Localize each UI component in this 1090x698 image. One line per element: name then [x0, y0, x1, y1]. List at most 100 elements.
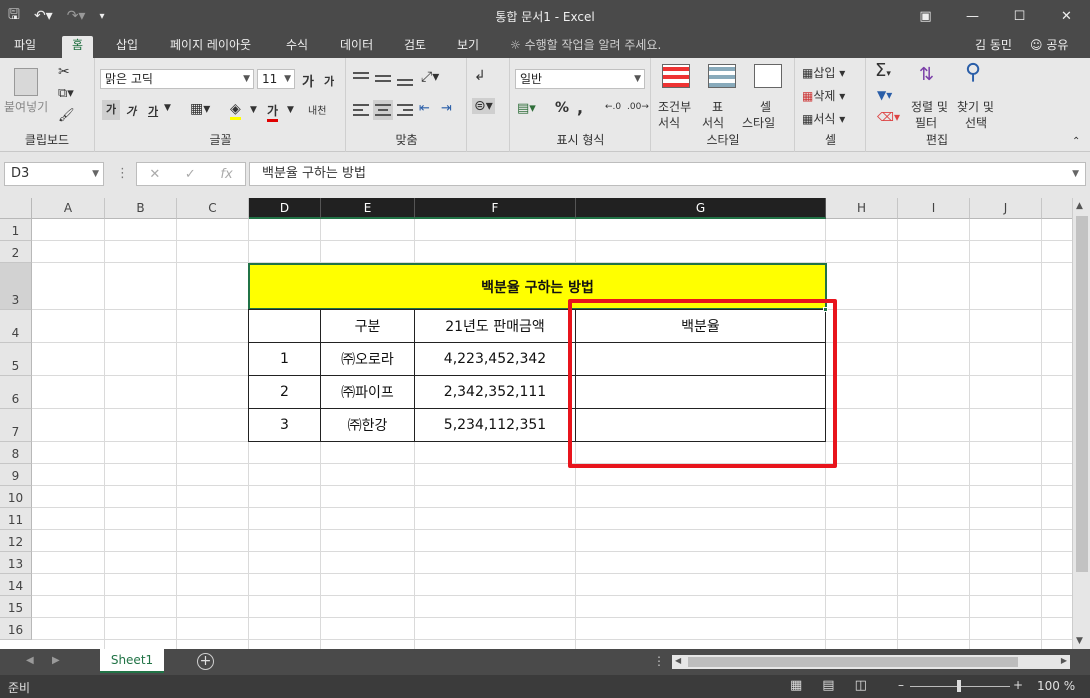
fill-icon[interactable]: ▼▾: [877, 88, 892, 102]
autosum-icon[interactable]: Σ▾: [875, 60, 891, 81]
data-cell-name[interactable]: ㈜한강: [320, 408, 415, 442]
user-name[interactable]: 김 동민: [975, 36, 1012, 53]
fill-color-icon[interactable]: ◈: [230, 101, 241, 120]
data-cell-name[interactable]: ㈜파이프: [320, 375, 415, 409]
font-size-select[interactable]: 11 ▼: [257, 69, 295, 89]
tab-page-layout[interactable]: 페이지 레이아웃: [160, 36, 261, 58]
align-middle-icon[interactable]: [375, 70, 393, 86]
tab-home[interactable]: 홈: [62, 36, 94, 58]
row-header-12[interactable]: 12: [0, 530, 32, 552]
data-cell-no[interactable]: 2: [248, 375, 321, 409]
data-cell-no[interactable]: 3: [248, 408, 321, 442]
insert-cells-button[interactable]: ▦삽입 ▾: [802, 64, 845, 81]
orientation-icon[interactable]: ⤢▾: [421, 69, 439, 85]
tab-file[interactable]: 파일: [4, 36, 46, 58]
row-header-2[interactable]: 2: [0, 241, 32, 263]
scroll-right-icon[interactable]: ▶: [1061, 656, 1067, 665]
enter-icon[interactable]: ✓: [185, 167, 196, 182]
font-name-select[interactable]: 맑은 고딕 ▼: [100, 69, 254, 89]
column-header-c[interactable]: C: [177, 198, 249, 219]
conditional-formatting-icon[interactable]: [662, 64, 690, 88]
sort-filter-icon[interactable]: ⇅: [919, 64, 934, 85]
column-header-j[interactable]: J: [970, 198, 1042, 219]
row-header-3[interactable]: 3: [0, 263, 32, 310]
collapse-ribbon-icon[interactable]: ⌃: [1072, 136, 1080, 147]
zoom-in-icon[interactable]: +: [1013, 678, 1023, 692]
number-format-select[interactable]: 일반 ▼: [515, 69, 645, 89]
comma-style-button[interactable]: ,: [577, 98, 583, 117]
maximize-button[interactable]: ☐: [996, 0, 1043, 32]
row-header-4[interactable]: 4: [0, 310, 32, 343]
sort-filter-line1[interactable]: 정렬 및: [911, 98, 948, 115]
cell-styles-line2[interactable]: 스타일: [742, 114, 775, 131]
worksheet-grid[interactable]: A B C D E F G H I J 1 2 3 4 5 6 7 8 9 10…: [0, 198, 1072, 649]
page-layout-view-icon[interactable]: ▤: [822, 678, 834, 693]
italic-button[interactable]: 가: [126, 103, 136, 119]
zoom-slider-knob[interactable]: [957, 680, 961, 692]
accounting-format-icon[interactable]: ▤▾: [517, 101, 536, 116]
merge-center-icon[interactable]: ⊜▾: [472, 98, 495, 114]
cell-styles-line1[interactable]: 셀: [760, 98, 771, 115]
ribbon-display-options-icon[interactable]: ▣: [902, 0, 949, 32]
tab-data[interactable]: 데이터: [330, 36, 383, 58]
zoom-out-icon[interactable]: –: [898, 678, 904, 692]
cell-styles-icon[interactable]: [754, 64, 782, 88]
fill-color-dropdown-icon[interactable]: ▼: [250, 105, 257, 115]
page-break-view-icon[interactable]: ◫: [855, 678, 867, 693]
format-as-table-line1[interactable]: 표: [712, 98, 723, 115]
tell-me-box[interactable]: ☼ 수행할 작업을 알려 주세요.: [510, 36, 661, 53]
formula-input[interactable]: 백분율 구하는 방법 ▼: [249, 162, 1086, 186]
row-header-7[interactable]: 7: [0, 409, 32, 442]
paste-icon[interactable]: [14, 68, 38, 96]
share-button[interactable]: ☺ 공유: [1030, 36, 1068, 53]
select-all-corner[interactable]: [0, 198, 32, 219]
delete-cells-button[interactable]: ▦삭제 ▾: [802, 87, 845, 104]
data-cell-name[interactable]: ㈜오로라: [320, 342, 415, 376]
cancel-icon[interactable]: ✕: [149, 167, 160, 182]
align-bottom-icon[interactable]: [397, 70, 415, 86]
align-right-icon[interactable]: [397, 102, 415, 118]
align-center-icon[interactable]: [373, 100, 393, 120]
data-cell-no[interactable]: 1: [248, 342, 321, 376]
bold-button[interactable]: 가: [102, 100, 120, 120]
font-color-dropdown-icon[interactable]: ▼: [287, 105, 294, 115]
format-cells-button[interactable]: ▦서식 ▾: [802, 110, 845, 127]
paste-button[interactable]: 붙여넣기: [4, 98, 48, 115]
row-header-1[interactable]: 1: [0, 219, 32, 241]
font-color-button[interactable]: 가: [267, 102, 279, 122]
row-header-15[interactable]: 15: [0, 596, 32, 618]
add-sheet-icon[interactable]: +: [197, 653, 214, 670]
shrink-font-button[interactable]: 가: [324, 73, 334, 89]
vertical-scroll-thumb[interactable]: [1076, 216, 1088, 572]
vertical-scrollbar[interactable]: ▲ ▼: [1072, 198, 1090, 649]
insert-function-icon[interactable]: fx: [220, 167, 232, 182]
format-as-table-line2[interactable]: 서식: [702, 114, 724, 131]
row-header-14[interactable]: 14: [0, 574, 32, 596]
underline-button[interactable]: 가: [148, 103, 158, 119]
column-header-k[interactable]: [1042, 198, 1072, 219]
copy-icon[interactable]: ⧉▾: [58, 86, 74, 101]
row-header-13[interactable]: 13: [0, 552, 32, 574]
conditional-formatting-line1[interactable]: 조건부: [658, 98, 691, 115]
grow-font-button[interactable]: 가: [302, 71, 314, 90]
sort-filter-line2[interactable]: 필터: [915, 114, 937, 131]
row-header-11[interactable]: 11: [0, 508, 32, 530]
decrease-decimal-icon[interactable]: .00→: [627, 102, 649, 112]
data-cell-amount[interactable]: 4,223,452,342: [414, 342, 576, 376]
column-header-e[interactable]: E: [321, 198, 415, 219]
header-cell-category[interactable]: 구분: [320, 309, 415, 343]
column-header-b[interactable]: B: [105, 198, 177, 219]
scroll-left-icon[interactable]: ◀: [675, 656, 681, 665]
row-header-5[interactable]: 5: [0, 343, 32, 376]
tab-insert[interactable]: 삽입: [106, 36, 148, 58]
align-top-icon[interactable]: [353, 70, 371, 86]
data-cell-amount[interactable]: 2,342,352,111: [414, 375, 576, 409]
horizontal-scroll-thumb[interactable]: [688, 657, 1018, 667]
conditional-formatting-line2[interactable]: 서식: [658, 114, 680, 131]
column-header-a[interactable]: A: [32, 198, 105, 219]
row-header-8[interactable]: 8: [0, 442, 32, 464]
align-left-icon[interactable]: [353, 102, 371, 118]
tab-view[interactable]: 보기: [447, 36, 489, 58]
cut-icon[interactable]: ✂: [58, 64, 70, 80]
underline-dropdown-icon[interactable]: ▼: [164, 103, 171, 113]
